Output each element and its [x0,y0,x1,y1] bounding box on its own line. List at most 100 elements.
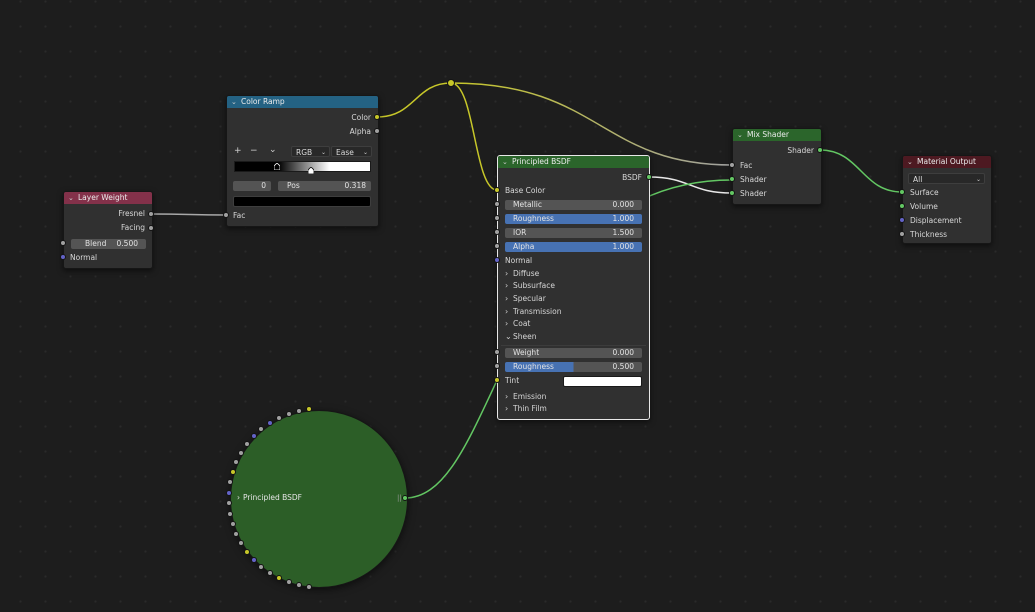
input-displacement-label: Displacement [910,216,962,225]
mix-shader-header[interactable]: ⌄ Mix Shader [733,129,821,141]
input-thickness-label: Thickness [910,230,948,239]
ior-field[interactable]: IOR 1.500 [505,228,642,238]
chevron-right-icon: › [505,392,509,401]
color-ramp-gradient[interactable] [234,161,371,172]
collapsed-input-socket[interactable] [276,414,283,421]
stop-marker-icon[interactable] [274,163,280,170]
stop-position-field[interactable]: Pos 0.318 [278,181,371,191]
collapsed-input-socket[interactable] [306,583,313,590]
alpha-value: 1.000 [612,242,634,251]
color-output-socket[interactable] [374,114,380,120]
sheen-roughness-label: Roughness [513,362,554,371]
metallic-field[interactable]: Metallic 0.000 [505,200,642,210]
collapse-chevron-icon[interactable]: ⌄ [737,129,747,141]
mix-fac-input-socket[interactable] [729,162,735,168]
sheen-tint-swatch[interactable] [563,376,642,387]
sheen-roughness-field[interactable]: Roughness 0.500 [505,362,642,372]
fresnel-output-socket[interactable] [148,211,154,217]
panel-coat[interactable]: › Coat [503,318,530,330]
fac-input-socket[interactable] [223,212,229,218]
collapsed-input-socket[interactable] [285,579,292,586]
panel-diffuse[interactable]: › Diffuse [503,268,539,280]
collapse-chevron-icon[interactable]: ⌄ [68,192,78,204]
collapse-chevron-icon[interactable]: ⌄ [231,96,241,108]
collapsed-bsdf-output-socket[interactable] [402,495,408,501]
input-base-color-label: Base Color [505,186,546,195]
roughness-input-socket[interactable] [494,215,500,221]
displacement-input-socket[interactable] [899,217,905,223]
stop-index-field[interactable]: 0 [233,181,271,191]
surface-input-socket[interactable] [899,189,905,195]
sheen-weight-input-socket[interactable] [494,349,500,355]
collapse-chevron-icon[interactable]: ⌄ [502,156,512,168]
collapsed-input-socket[interactable] [266,420,273,427]
color-mode-dropdown[interactable]: RGB ⌄ [291,146,330,157]
facing-output-socket[interactable] [148,225,154,231]
input-normal-label: Normal [70,253,98,262]
principled-bsdf-title: Principled BSDF [512,157,571,166]
collapsed-input-socket[interactable] [229,469,236,476]
collapsed-input-socket[interactable] [243,548,250,555]
mix-shader-1-input-socket[interactable] [729,176,735,182]
layer-weight-title: Layer Weight [78,193,128,202]
collapsed-input-socket[interactable] [295,408,302,415]
principled-bsdf-header[interactable]: ⌄ Principled BSDF [498,156,649,168]
sheen-roughness-input-socket[interactable] [494,363,500,369]
stop-marker-icon[interactable] [308,167,314,174]
panel-subsurface[interactable]: › Subsurface [503,280,555,292]
normal-input-socket[interactable] [494,257,500,263]
collapsed-input-socket[interactable] [250,556,257,563]
stop-color-swatch[interactable] [233,196,371,207]
panel-specular[interactable]: › Specular [503,293,546,305]
normal-input-socket[interactable] [60,254,66,260]
mix-shader-2-input-socket[interactable] [729,190,735,196]
alpha-field[interactable]: Alpha 1.000 [505,242,642,252]
thickness-input-socket[interactable] [899,231,905,237]
ior-value: 1.500 [612,228,634,237]
metallic-input-socket[interactable] [494,201,500,207]
sheen-weight-field[interactable]: Weight 0.000 [505,348,642,358]
layer-weight-header[interactable]: ⌄ Layer Weight [64,192,152,204]
roughness-field[interactable]: Roughness 1.000 [505,214,642,224]
panel-transmission[interactable]: › Transmission [503,306,561,318]
mix-shader-node[interactable]: ⌄ Mix Shader Shader Fac Shader Shader [732,128,822,205]
layer-weight-node[interactable]: ⌄ Layer Weight Fresnel Facing Blend 0.500… [63,191,153,269]
collapsed-input-socket[interactable] [226,489,233,496]
blend-input-socket[interactable] [60,240,66,246]
output-target-dropdown[interactable]: All ⌄ [908,173,985,184]
ior-input-socket[interactable] [494,229,500,235]
blend-field[interactable]: Blend 0.500 [71,239,146,249]
chevron-right-icon: › [505,307,509,316]
chevron-down-icon: ⌄ [505,332,512,341]
panel-subsurface-label: Subsurface [513,281,555,290]
volume-input-socket[interactable] [899,203,905,209]
ramp-menu-chevron-icon[interactable]: ⌄ [269,145,277,156]
collapsed-input-socket[interactable] [295,581,302,588]
base-color-input-socket[interactable] [494,187,500,193]
panel-emission[interactable]: › Emission [503,391,546,403]
interpolation-dropdown[interactable]: Ease ⌄ [331,146,372,157]
add-stop-icon[interactable]: + [234,146,242,157]
alpha-output-socket[interactable] [374,128,380,134]
color-ramp-header[interactable]: ⌄ Color Ramp [227,96,378,108]
panel-sheen[interactable]: ⌄Sheen [503,331,537,343]
collapse-chevron-icon[interactable]: ⌄ [907,156,917,168]
mix-shader-title: Mix Shader [747,130,789,139]
material-output-header[interactable]: ⌄ Material Output [903,156,991,168]
alpha-input-socket[interactable] [494,243,500,249]
mix-shader-output-socket[interactable] [817,147,823,153]
material-output-node[interactable]: ⌄ Material Output All ⌄ Surface Volume Dis… [902,155,992,244]
chevron-right-icon: › [505,319,509,328]
collapsed-input-socket[interactable] [285,410,292,417]
collapsed-input-socket[interactable] [229,520,236,527]
collapsed-input-socket[interactable] [266,569,273,576]
color-ramp-node[interactable]: ⌄ Color Ramp Color Alpha + − ⌄ RGB ⌄ Ease ⌄… [226,95,379,227]
grip-icon: || [397,494,402,502]
sheen-tint-input-socket[interactable] [494,377,500,383]
panel-thin-film[interactable]: › Thin Film [503,403,547,415]
principled-bsdf-node[interactable]: ⌄ Principled BSDF BSDF Base Color Metalli… [497,155,650,420]
remove-stop-icon[interactable]: − [250,146,258,157]
bsdf-output-socket[interactable] [646,174,652,180]
collapsed-node-label: › Principled BSDF [237,493,302,502]
collapsed-node-title: Principled BSDF [243,493,302,502]
